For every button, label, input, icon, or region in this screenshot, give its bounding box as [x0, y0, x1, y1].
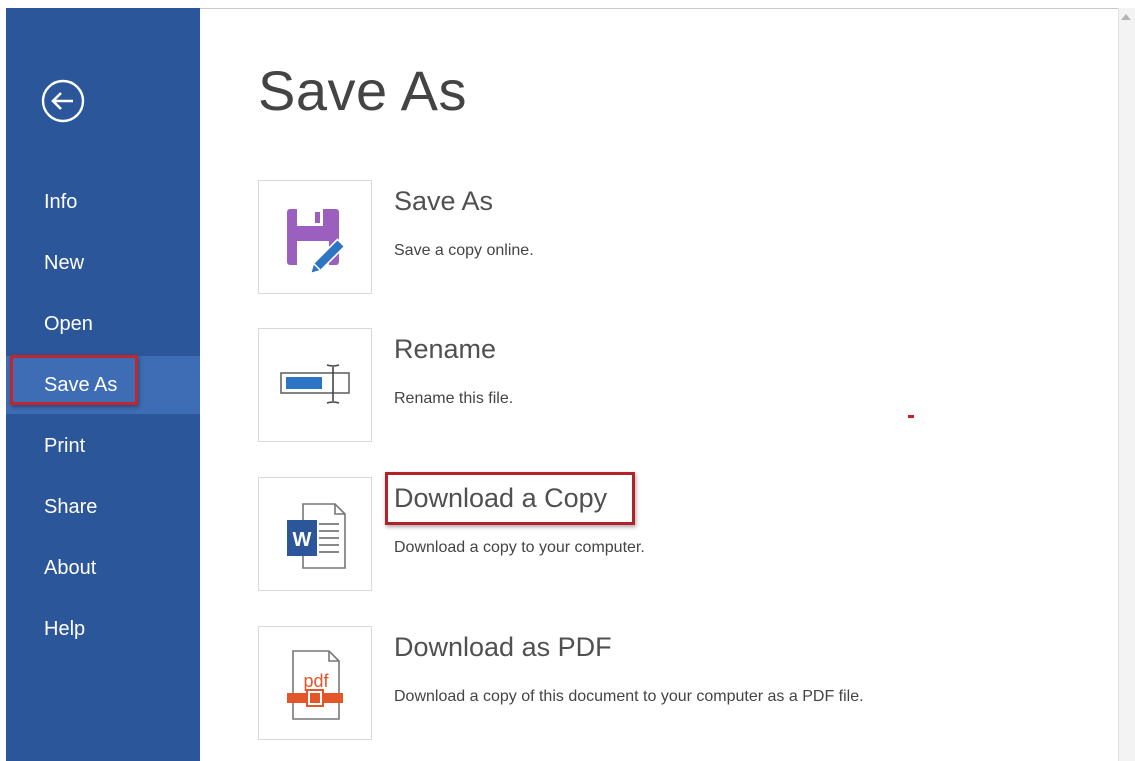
nav-item-info[interactable]: Info	[6, 173, 200, 231]
nav-item-open[interactable]: Open	[6, 295, 200, 353]
option-title: Download a Copy	[394, 483, 608, 513]
stray-red-mark	[908, 415, 914, 418]
pdf-file-icon: pdf	[287, 650, 343, 720]
option-description: Rename this file.	[394, 390, 514, 407]
option-tile	[258, 180, 372, 294]
option-tile	[258, 328, 372, 442]
page-title: Save As	[258, 59, 467, 122]
option-download-copy[interactable]: W Download a Copy Download a copy to you…	[258, 477, 1078, 593]
option-rename[interactable]: Rename Rename this file.	[258, 328, 1078, 444]
option-download-pdf[interactable]: pdf Download as PDF Download a copy of t…	[258, 626, 1078, 742]
nav-item-share[interactable]: Share	[6, 478, 200, 536]
option-description: Save a copy online.	[394, 242, 534, 259]
option-description: Download a copy to your computer.	[394, 539, 645, 556]
word-document-icon: W	[287, 503, 346, 569]
nav-item-about[interactable]: About	[6, 539, 200, 597]
rename-textbox-icon	[280, 364, 350, 404]
option-title: Rename	[394, 334, 497, 364]
scroll-up-arrow-icon[interactable]	[1121, 14, 1131, 20]
top-divider	[200, 8, 1135, 9]
backstage-sidebar: Info New Open Save As Print Share About …	[6, 8, 200, 761]
nav-item-help[interactable]: Help	[6, 600, 200, 658]
option-tile: pdf	[258, 626, 372, 740]
back-button[interactable]	[40, 78, 86, 124]
svg-text:pdf: pdf	[303, 671, 329, 691]
option-description: Download a copy of this document to your…	[394, 688, 864, 705]
nav-item-save-as[interactable]: Save As	[6, 356, 200, 414]
option-title: Download as PDF	[394, 632, 612, 662]
back-arrow-icon	[41, 79, 85, 123]
option-title: Save As	[394, 186, 494, 216]
svg-text:W: W	[293, 529, 312, 551]
nav-item-new[interactable]: New	[6, 234, 200, 292]
option-save-as[interactable]: Save As Save a copy online.	[258, 180, 1078, 296]
nav-item-print[interactable]: Print	[6, 417, 200, 475]
save-floppy-pencil-icon	[287, 209, 346, 275]
vertical-scrollbar[interactable]	[1118, 8, 1135, 761]
option-tile: W	[258, 477, 372, 591]
backstage-window: Info New Open Save As Print Share About …	[0, 0, 1135, 761]
